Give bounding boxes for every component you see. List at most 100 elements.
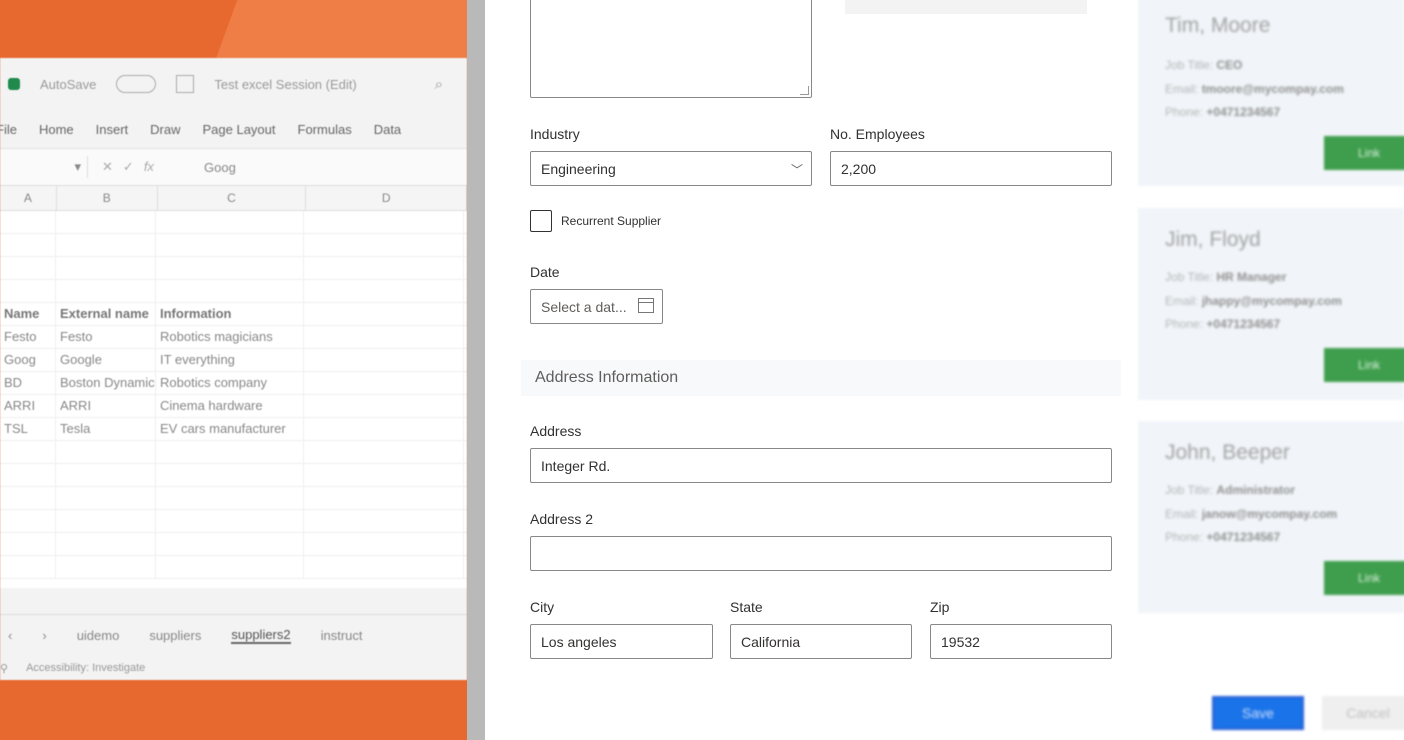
name-box[interactable]: ▾ [0,156,88,178]
city-label: City [530,599,555,615]
search-icon[interactable]: ⌕ [435,76,443,93]
workbook-title: Test excel Session (Edit) [214,76,357,92]
cell[interactable] [304,303,464,325]
cell[interactable]: TSL [0,418,56,440]
table-row [0,464,467,487]
save-button[interactable]: Save [1212,696,1304,730]
cell[interactable]: BD [0,372,56,394]
state-input[interactable]: California [730,624,912,659]
excel-titlebar: AutoSave Test excel Session (Edit) ⌕ [0,58,467,110]
save-icon[interactable] [176,75,195,93]
formula-buttons: ✕ ✓ fx [88,159,192,175]
cancel-icon[interactable]: ✕ [102,159,113,175]
column-header-d[interactable]: D [306,186,467,210]
table-row [0,441,467,464]
link-contact-button[interactable]: Link [1324,136,1404,170]
table-header-row: Name External name Information [0,303,467,326]
sheet-grid[interactable]: A B C D Name External name Information Fes… [0,186,467,588]
link-contact-button[interactable]: Link [1324,561,1404,595]
cell[interactable] [304,326,464,348]
cell[interactable] [304,349,464,371]
cell[interactable]: Cinema hardware [156,395,304,417]
formula-bar: ▾ ✕ ✓ fx Goog [0,149,467,186]
prev-sheet-icon[interactable]: ‹ [8,628,12,643]
contact-job: Job Title: CEO [1165,58,1243,72]
contacts-panel: Tim, Moore Job Title: CEO Email: tmoore@… [1138,0,1404,740]
date-placeholder: Select a dat... [541,298,627,315]
address-input[interactable]: Integer Rd. [530,448,1112,483]
contact-job: Job Title: HR Manager [1165,270,1287,284]
cell[interactable]: External name [56,303,156,325]
table-row [0,556,467,579]
cell[interactable]: Boston Dynamics [56,372,156,394]
cell[interactable]: Name [0,303,56,325]
check-icon[interactable]: ✓ [123,159,134,175]
link-contact-button[interactable]: Link [1324,348,1404,382]
contact-card: Tim, Moore Job Title: CEO Email: tmoore@… [1138,0,1404,186]
address-label: Address [530,423,582,439]
cell[interactable]: Festo [56,326,156,348]
sheet-tab-instruct[interactable]: instruct [321,628,363,643]
column-headers: A B C D [0,186,467,211]
ribbon-tab-data[interactable]: Data [374,122,401,137]
ribbon-tab-file[interactable]: File [0,122,17,137]
employees-value: 2,200 [841,160,877,177]
autosave-toggle[interactable] [116,75,157,93]
date-label: Date [530,264,560,280]
excel-window[interactable]: AutoSave Test excel Session (Edit) ⌕ Fil… [0,58,467,680]
table-row: TSL Tesla EV cars manufacturer [0,418,467,441]
cell[interactable]: EV cars manufacturer [156,418,304,440]
fx-icon[interactable]: fx [144,159,154,175]
contact-email: Email: janow@mycompay.com [1165,507,1338,521]
sheet-tab-uidemo[interactable]: uidemo [77,628,120,643]
cell[interactable] [304,395,464,417]
cell[interactable]: IT everything [156,349,304,371]
table-row [0,234,467,257]
description-textarea[interactable] [530,0,812,98]
next-sheet-icon[interactable]: › [42,628,46,643]
cell[interactable]: Robotics magicians [156,326,304,348]
ribbon-tab-formulas[interactable]: Formulas [298,122,352,137]
table-row [0,487,467,510]
cell[interactable]: Information [156,303,304,325]
employees-input[interactable]: 2,200 [830,151,1112,186]
date-picker[interactable]: Select a dat... [530,289,663,324]
city-input[interactable]: Los angeles [530,624,713,659]
cell[interactable]: Robotics company [156,372,304,394]
cell[interactable] [304,372,464,394]
table-row: Goog Google IT everything [0,349,467,372]
column-header-c[interactable]: C [158,186,307,210]
accessibility-icon: ⚲ [0,662,9,675]
ribbon-tab-insert[interactable]: Insert [96,122,129,137]
resize-handle-icon[interactable] [800,86,809,95]
cell[interactable]: Goog [0,349,56,371]
sheet-tab-suppliers2[interactable]: suppliers2 [231,627,291,644]
ribbon-tab-draw[interactable]: Draw [150,122,180,137]
cell[interactable]: Festo [0,326,56,348]
zip-label: Zip [930,599,950,615]
table-row [0,533,467,556]
address2-input[interactable] [530,536,1112,571]
status-bar: ⚲ Accessibility: Investigate [0,656,467,680]
cell[interactable] [304,418,464,440]
ribbon-tab-page-layout[interactable]: Page Layout [203,122,276,137]
cell[interactable]: ARRI [0,395,56,417]
column-header-a[interactable]: A [0,186,57,210]
formula-input[interactable]: Goog [192,160,236,175]
cell[interactable]: Google [56,349,156,371]
cell[interactable]: ARRI [56,395,156,417]
zip-input[interactable]: 19532 [930,624,1112,659]
cell[interactable]: Tesla [56,418,156,440]
sheet-tab-suppliers[interactable]: suppliers [149,628,201,643]
address-section-header: Address Information [521,360,1121,396]
calendar-icon[interactable] [638,298,654,313]
recurrent-supplier-checkbox[interactable] [530,210,552,232]
contact-email: Email: jhappy@mycompay.com [1165,294,1342,308]
column-header-b[interactable]: B [57,186,158,210]
contact-email: Email: tmoore@mycompay.com [1165,82,1344,96]
industry-dropdown[interactable]: Engineering ﹀ [530,151,812,186]
cancel-button[interactable]: Cancel [1322,696,1404,730]
industry-label: Industry [530,126,580,142]
accessibility-status[interactable]: Accessibility: Investigate [26,662,145,674]
ribbon-tab-home[interactable]: Home [39,122,74,137]
